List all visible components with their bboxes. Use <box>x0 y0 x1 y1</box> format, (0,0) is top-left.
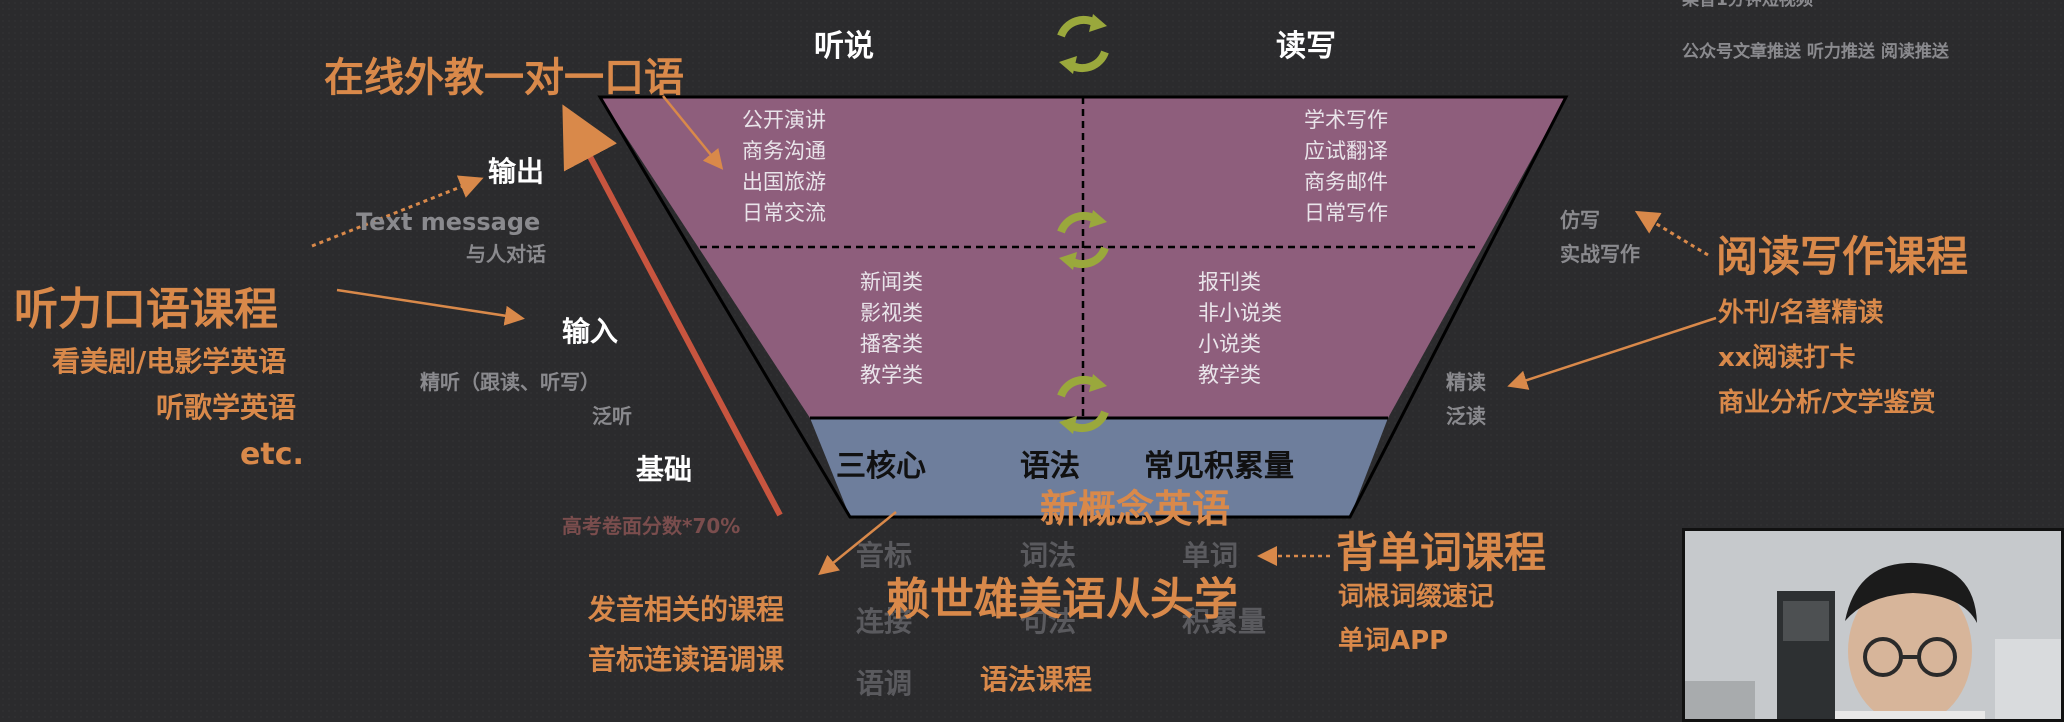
base-item: 三核心 <box>836 449 926 484</box>
course-title-reading-writing: 阅读写作课程 <box>1716 232 1969 281</box>
input-sub2: 泛听 <box>592 404 632 428</box>
dim-label: 单词 <box>1182 539 1239 572</box>
mid-left-item: 影视类 <box>860 301 923 325</box>
mid-left-item: 新闻类 <box>860 270 923 294</box>
grammar-course: 语法课程 <box>980 663 1093 696</box>
output-sub2: 与人对话 <box>466 242 546 266</box>
course-title-vocabulary: 背单词课程 <box>1336 528 1547 577</box>
header-listen-speak: 听说 <box>814 29 874 64</box>
top-right-line2: 公众号文章推送 听力推送 阅读推送 <box>1682 42 1949 62</box>
pronunciation-course: 音标连读语调课 <box>588 643 785 676</box>
mid-right-item: 非小说类 <box>1198 301 1282 325</box>
write-sub2: 实战写作 <box>1560 242 1640 266</box>
input-label: 输入 <box>562 315 619 348</box>
dim-label: 词法 <box>1020 539 1077 572</box>
base-item: 语法 <box>1020 449 1080 484</box>
mid-right-item: 教学类 <box>1198 363 1261 387</box>
top-right-line1: 某音1分钟短视频 <box>1682 0 1813 10</box>
top-right-item: 学术写作 <box>1304 108 1388 132</box>
top-right-item: 日常写作 <box>1304 201 1388 225</box>
mid-left-item: 播客类 <box>860 332 923 356</box>
top-right-item: 应试翻译 <box>1304 139 1388 163</box>
header-read-write: 读写 <box>1276 29 1336 64</box>
top-right-item: 商务邮件 <box>1304 170 1388 194</box>
dim-label: 语调 <box>856 667 913 700</box>
listening-course-item: 听歌学英语 <box>156 391 297 424</box>
dim-label: 音标 <box>856 539 913 572</box>
write-sub1: 仿写 <box>1560 208 1600 232</box>
vocab-course-item: 单词APP <box>1338 626 1449 656</box>
top-left-item: 公开演讲 <box>742 108 826 132</box>
mid-right-item: 报刊类 <box>1198 270 1261 294</box>
cycle-icon <box>1057 14 1109 74</box>
course-new-concept: 新概念英语 <box>1040 487 1231 531</box>
listening-course-item: 看美剧/电影学英语 <box>52 345 287 378</box>
mid-right-item: 小说类 <box>1198 332 1261 356</box>
read-sub2: 泛读 <box>1446 404 1486 428</box>
output-label: 输出 <box>488 155 545 188</box>
course-title-online-tutor: 在线外教一对一口语 <box>324 55 684 101</box>
input-sub1: 精听（跟读、听写） <box>420 370 600 394</box>
reading-course-item: 外刊/名著精读 <box>1718 298 1884 328</box>
pronunciation-course: 发音相关的课程 <box>588 593 785 626</box>
course-lai-shixiong: 赖世雄美语从头学 <box>886 574 1238 625</box>
course-title-listening-speaking: 听力口语课程 <box>14 284 278 335</box>
webcam-overlay <box>1682 528 2064 722</box>
output-sub1: Text message <box>356 208 541 236</box>
webcam-presenter <box>1685 531 2061 719</box>
read-sub1: 精读 <box>1446 370 1486 394</box>
base-label: 基础 <box>636 453 693 486</box>
base-sub: 高考卷面分数*70% <box>562 514 741 538</box>
top-left-item: 出国旅游 <box>742 170 826 194</box>
listening-course-item: etc. <box>240 437 304 472</box>
top-left-item: 商务沟通 <box>742 139 826 163</box>
vocab-course-item: 词根词缀速记 <box>1338 582 1495 612</box>
reading-course-item: xx阅读打卡 <box>1718 343 1856 373</box>
mid-left-item: 教学类 <box>860 363 923 387</box>
top-left-item: 日常交流 <box>742 201 826 225</box>
reading-course-item: 商业分析/文学鉴赏 <box>1718 388 1936 418</box>
base-item: 常见积累量 <box>1144 449 1294 484</box>
